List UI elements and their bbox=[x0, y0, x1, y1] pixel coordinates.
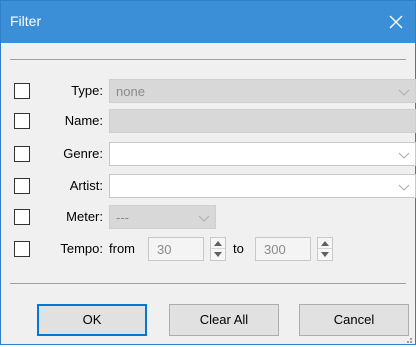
meter-dropdown[interactable]: --- bbox=[109, 205, 216, 229]
resize-grip-icon[interactable] bbox=[403, 332, 413, 343]
artist-checkbox[interactable] bbox=[14, 178, 30, 194]
genre-checkbox[interactable] bbox=[14, 146, 30, 162]
type-label: Type: bbox=[71, 83, 103, 98]
meter-checkbox[interactable] bbox=[14, 209, 30, 225]
title-bar[interactable]: Filter bbox=[1, 1, 415, 43]
tempo-to-label: to bbox=[233, 241, 244, 256]
tempo-row: Tempo: from 30 to 300 bbox=[1, 237, 415, 261]
type-checkbox[interactable] bbox=[14, 83, 30, 99]
name-checkbox[interactable] bbox=[14, 113, 30, 129]
spin-up-icon[interactable] bbox=[318, 238, 332, 249]
chevron-down-icon bbox=[397, 180, 411, 194]
cancel-button[interactable]: Cancel bbox=[299, 304, 409, 336]
tempo-from-spinner[interactable] bbox=[210, 237, 226, 261]
artist-label: Artist: bbox=[69, 178, 103, 193]
tempo-to-spinner[interactable] bbox=[317, 237, 333, 261]
chevron-down-icon bbox=[397, 85, 411, 99]
spin-up-icon[interactable] bbox=[211, 238, 225, 249]
genre-dropdown[interactable] bbox=[109, 142, 416, 166]
genre-label: Genre: bbox=[63, 146, 103, 161]
name-input[interactable] bbox=[109, 109, 416, 133]
tempo-from-input[interactable]: 30 bbox=[148, 237, 204, 261]
window-title: Filter bbox=[10, 13, 42, 29]
top-separator bbox=[10, 59, 406, 60]
chevron-down-icon bbox=[397, 148, 411, 162]
ok-button[interactable]: OK bbox=[37, 304, 147, 336]
artist-dropdown[interactable] bbox=[109, 174, 416, 198]
tempo-checkbox[interactable] bbox=[14, 241, 30, 257]
filter-dialog: Filter Type: none Name: Genre: Artist: M… bbox=[0, 0, 416, 345]
artist-row: Artist: bbox=[1, 174, 416, 198]
tempo-from-value: 30 bbox=[157, 242, 172, 257]
type-value: none bbox=[116, 84, 145, 99]
genre-row: Genre: bbox=[1, 142, 416, 166]
type-row: Type: none bbox=[1, 79, 416, 103]
tempo-label: Tempo: bbox=[60, 241, 103, 256]
bottom-separator bbox=[10, 283, 406, 284]
tempo-to-value: 300 bbox=[264, 242, 286, 257]
chevron-down-icon bbox=[197, 211, 211, 225]
tempo-from-label: from bbox=[109, 241, 135, 256]
tempo-to-input[interactable]: 300 bbox=[255, 237, 311, 261]
spin-down-icon[interactable] bbox=[211, 249, 225, 260]
name-label: Name: bbox=[64, 113, 103, 128]
type-dropdown[interactable]: none bbox=[109, 79, 416, 103]
name-row: Name: bbox=[1, 109, 416, 133]
meter-value: --- bbox=[116, 210, 129, 225]
clear-all-button[interactable]: Clear All bbox=[169, 304, 279, 336]
meter-label: Meter: bbox=[66, 209, 103, 224]
meter-row: Meter: --- bbox=[1, 205, 415, 229]
spin-down-icon[interactable] bbox=[318, 249, 332, 260]
close-icon[interactable] bbox=[383, 9, 409, 35]
